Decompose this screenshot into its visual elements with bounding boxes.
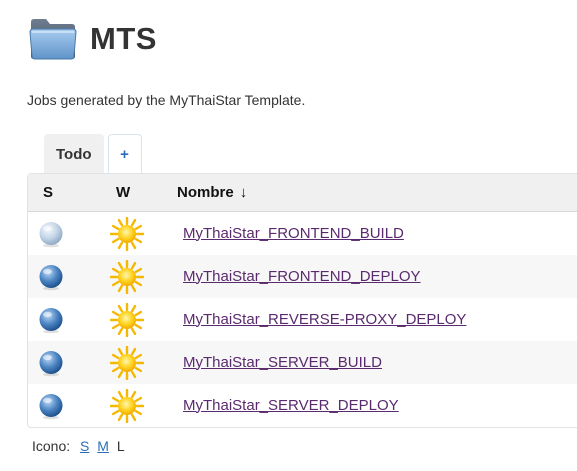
jenkins-view-page: MTS Jobs generated by the MyThaiStar Tem… bbox=[0, 0, 577, 471]
weather-cell bbox=[110, 212, 170, 255]
icon-size-large-current: L bbox=[116, 438, 125, 454]
job-name-cell: MyThaiStar_FRONTEND_BUILD bbox=[170, 212, 577, 255]
job-link[interactable]: MyThaiStar_SERVER_BUILD bbox=[183, 354, 382, 371]
status-cell bbox=[28, 212, 110, 255]
icon-size-small-link[interactable]: S bbox=[80, 438, 89, 454]
icon-size-label: Icono: bbox=[32, 438, 71, 454]
icon-size-medium-link[interactable]: M bbox=[97, 438, 109, 454]
add-view-tab[interactable]: + bbox=[107, 134, 142, 174]
sun-icon bbox=[110, 345, 144, 380]
page-title: MTS bbox=[90, 21, 157, 56]
view-description: Jobs generated by the MyThaiStar Templat… bbox=[27, 92, 306, 108]
job-name-cell: MyThaiStar_FRONTEND_DEPLOY bbox=[170, 255, 577, 298]
job-link[interactable]: MyThaiStar_FRONTEND_DEPLOY bbox=[183, 268, 421, 285]
name-column-header[interactable]: Nombre ↓ bbox=[170, 174, 577, 212]
sun-icon bbox=[110, 302, 144, 337]
job-link[interactable]: MyThaiStar_REVERSE-PROXY_DEPLOY bbox=[183, 311, 466, 328]
sort-arrow-icon: ↓ bbox=[239, 184, 248, 201]
job-rows: MyThaiStar_FRONTEND_BUILD MyThaiStar_FRO… bbox=[28, 212, 577, 427]
job-link[interactable]: MyThaiStar_SERVER_DEPLOY bbox=[183, 397, 399, 414]
weather-cell bbox=[110, 384, 170, 427]
job-name-cell: MyThaiStar_SERVER_BUILD bbox=[170, 341, 577, 384]
table-header-row: S W Nombre ↓ bbox=[28, 174, 577, 212]
job-link[interactable]: MyThaiStar_FRONTEND_BUILD bbox=[183, 225, 404, 242]
table-row: MyThaiStar_FRONTEND_DEPLOY bbox=[28, 255, 577, 298]
weather-cell bbox=[110, 255, 170, 298]
status-cell bbox=[28, 255, 110, 298]
icon-size-selector: Icono: S M L bbox=[32, 438, 125, 454]
weather-column-header[interactable]: W bbox=[110, 174, 170, 212]
jobs-table: S W Nombre ↓ MyThaiStar_FRONTEND_BUILD M… bbox=[27, 173, 577, 428]
status-cell bbox=[28, 384, 110, 427]
view-tabs: Todo + bbox=[44, 134, 142, 174]
job-name-cell: MyThaiStar_SERVER_DEPLOY bbox=[170, 384, 577, 427]
status-ball-icon bbox=[39, 307, 63, 333]
table-row: MyThaiStar_REVERSE-PROXY_DEPLOY bbox=[28, 298, 577, 341]
sun-icon bbox=[110, 216, 144, 251]
status-ball-icon bbox=[39, 350, 63, 376]
table-row: MyThaiStar_SERVER_DEPLOY bbox=[28, 384, 577, 427]
status-ball-icon bbox=[39, 221, 63, 247]
table-row: MyThaiStar_SERVER_BUILD bbox=[28, 341, 577, 384]
status-ball-icon bbox=[39, 393, 63, 419]
table-row: MyThaiStar_FRONTEND_BUILD bbox=[28, 212, 577, 255]
status-cell bbox=[28, 341, 110, 384]
sun-icon bbox=[110, 388, 144, 423]
status-cell bbox=[28, 298, 110, 341]
name-header-label: Nombre bbox=[177, 184, 234, 201]
folder-icon bbox=[29, 19, 77, 60]
status-ball-icon bbox=[39, 264, 63, 290]
tab-todo[interactable]: Todo bbox=[44, 134, 104, 174]
job-name-cell: MyThaiStar_REVERSE-PROXY_DEPLOY bbox=[170, 298, 577, 341]
status-column-header[interactable]: S bbox=[28, 174, 110, 212]
sun-icon bbox=[110, 259, 144, 294]
weather-cell bbox=[110, 298, 170, 341]
weather-cell bbox=[110, 341, 170, 384]
view-header: MTS bbox=[28, 14, 157, 64]
